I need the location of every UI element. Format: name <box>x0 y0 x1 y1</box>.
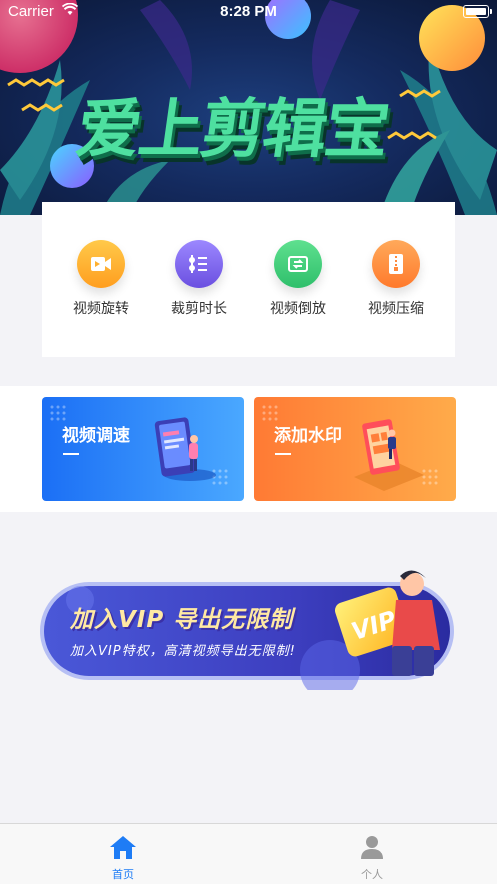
tab-home[interactable]: 首页 <box>83 834 163 882</box>
feature-card-speed[interactable]: 视频调速 <box>42 397 244 501</box>
feature-section: 视频调速 添加水印 <box>0 386 497 512</box>
banner: 爱上剪辑宝 <box>0 0 497 215</box>
tablet-illustration <box>262 405 438 491</box>
status-bar: Carrier 8:28 PM <box>0 0 497 24</box>
vip-subtitle: 加入VIP特权，高清视频导出无限制! <box>70 644 296 659</box>
tool-label: 视频旋转 <box>73 301 129 317</box>
clock: 8:28 PM <box>220 3 277 20</box>
tool-label: 视频压缩 <box>368 301 424 317</box>
feature-title: 视频调速 <box>62 426 130 446</box>
tool-trim-duration[interactable]: 裁剪时长 <box>154 240 244 318</box>
phone-illustration <box>50 405 228 485</box>
home-icon <box>110 836 136 859</box>
vip-banner[interactable]: VIP 加入VIP 导出无限制 加入VIP特权，高清视频导出无限制! <box>40 560 460 690</box>
vip-title: 加入VIP 导出无限制 <box>70 607 294 633</box>
feature-title: 添加水印 <box>274 426 342 446</box>
tab-label: 个人 <box>361 868 383 881</box>
tab-label: 首页 <box>112 868 134 881</box>
title-underline <box>63 453 79 455</box>
title-underline <box>275 453 291 455</box>
trim-duration-icon <box>175 240 223 288</box>
tool-reverse[interactable]: 视频倒放 <box>253 240 343 318</box>
tool-label: 裁剪时长 <box>171 301 227 317</box>
tab-profile[interactable]: 个人 <box>332 834 412 882</box>
video-rotate-icon <box>77 240 125 288</box>
app-title: 爱上剪辑宝 <box>71 92 393 167</box>
reverse-icon <box>274 240 322 288</box>
tools-card: 视频旋转 裁剪时长 视频倒放 视频压缩 <box>42 202 455 357</box>
tab-bar: 首页 个人 <box>0 823 497 884</box>
compress-icon <box>372 240 420 288</box>
battery-icon <box>463 5 492 18</box>
tool-video-rotate[interactable]: 视频旋转 <box>56 240 146 318</box>
feature-card-watermark[interactable]: 添加水印 <box>254 397 456 501</box>
tool-label: 视频倒放 <box>270 301 326 317</box>
person-icon <box>361 836 383 859</box>
tool-compress[interactable]: 视频压缩 <box>351 240 441 318</box>
